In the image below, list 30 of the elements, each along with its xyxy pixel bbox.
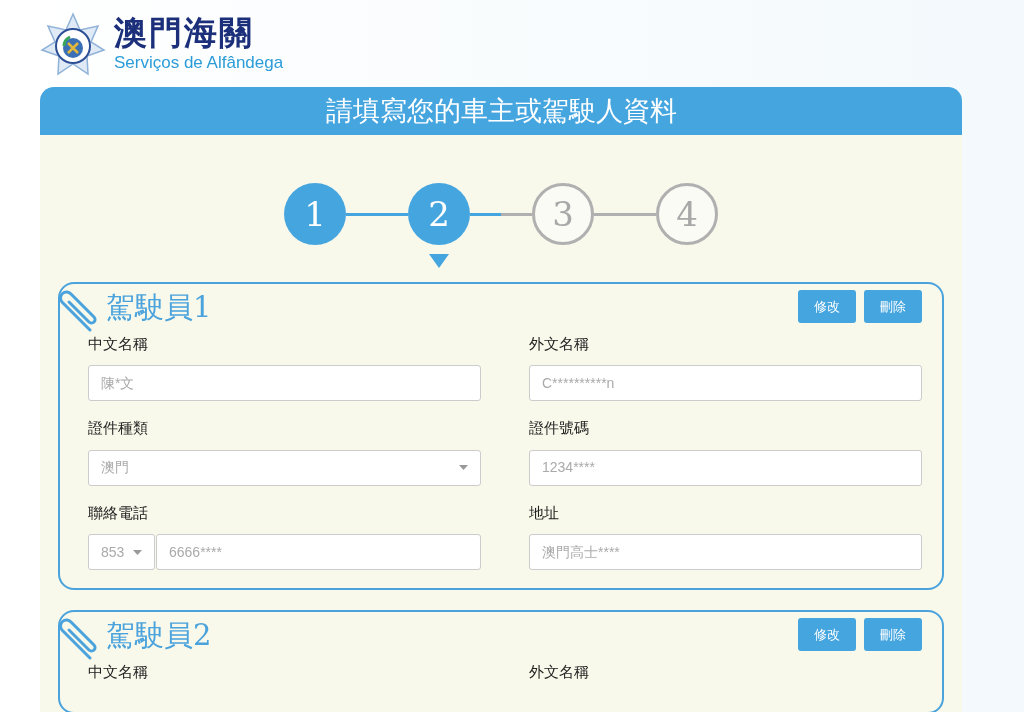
step-indicator: 1	[284, 183, 346, 245]
input-field[interactable]: 6666****	[156, 534, 481, 571]
driver-title: 駕駛員1	[106, 290, 212, 325]
input-field[interactable]: 1234****	[529, 449, 922, 486]
field-label: 中文名稱	[88, 662, 149, 683]
input-field[interactable]: C**********n	[529, 365, 922, 402]
field-label: 外文名稱	[529, 333, 590, 354]
country-code-select[interactable]: 853	[88, 534, 155, 571]
field-label: 證件號碼	[529, 418, 590, 439]
field-label: 中文名稱	[88, 333, 149, 354]
delete-button[interactable]: 刪除	[864, 290, 922, 323]
step-indicator: 3	[532, 183, 594, 245]
caret-icon	[133, 549, 142, 555]
edit-button[interactable]: 修改	[798, 618, 856, 652]
logo-title: 澳門海關	[114, 15, 255, 49]
logo-subtitle: Serviços de Alfândega	[114, 52, 284, 74]
select-field[interactable]: 澳門	[88, 449, 481, 486]
field-label: 聯絡電話	[88, 502, 149, 523]
step-indicator: 4	[656, 183, 718, 245]
field-label: 證件種類	[88, 418, 149, 439]
panel-header: 請填寫您的車主或駕駛人資料	[40, 87, 962, 135]
driver-title: 駕駛員2	[106, 618, 212, 654]
star-badge-icon	[40, 11, 106, 78]
field-label: 地址	[529, 502, 560, 523]
caret-icon	[459, 465, 468, 471]
input-field[interactable]: 澳門高士****	[529, 534, 922, 571]
edit-button[interactable]: 修改	[798, 290, 856, 323]
input-field[interactable]: 陳*文	[88, 365, 481, 402]
field-label: 外文名稱	[529, 662, 590, 683]
delete-button[interactable]: 刪除	[864, 618, 922, 652]
